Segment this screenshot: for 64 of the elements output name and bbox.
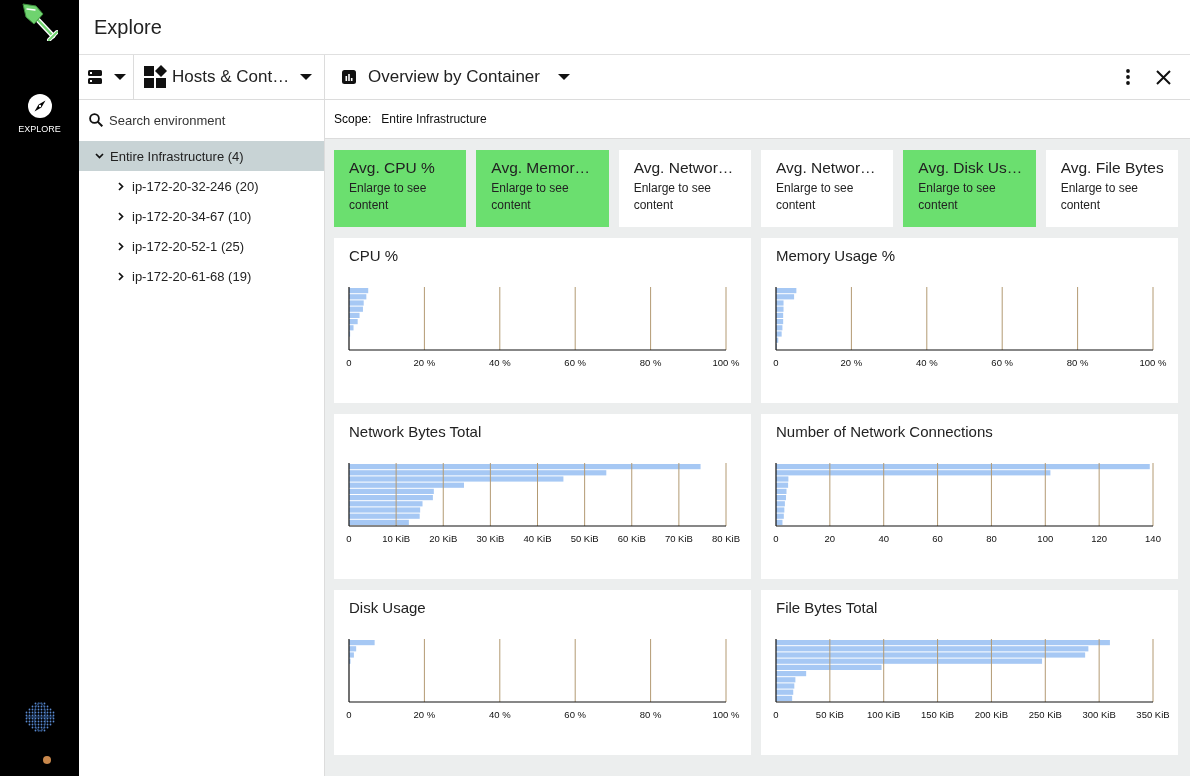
chart-title: CPU %: [349, 246, 399, 266]
card-subtitle: Enlarge to see content: [491, 180, 570, 214]
axis-tick-label: 150 KiB: [920, 709, 955, 720]
chart-title: Disk Usage: [349, 598, 426, 618]
axis-tick-label: 40 %: [488, 357, 511, 368]
axis-tick-label: 80 KiB: [712, 533, 740, 544]
axis-tick-label: 100 %: [1139, 357, 1167, 368]
axis-tick-label: 40: [878, 533, 889, 544]
axis-tick-label: 0: [346, 533, 352, 544]
page-title: Explore: [94, 15, 162, 39]
card-subtitle: Enlarge to see content: [349, 180, 428, 214]
axis-tick-label: 60 KiB: [617, 533, 646, 544]
scope-label: Scope:: [334, 112, 372, 126]
axis-tick-label: 20 %: [840, 357, 863, 368]
card-subtitle: Enlarge to see content: [776, 180, 855, 214]
axis-tick-label: 50 KiB: [570, 533, 599, 544]
axis-tick-label: 350 KiB: [1136, 709, 1170, 720]
card-title: Avg. Memor…: [491, 158, 591, 178]
axis-tick-label: 40 %: [915, 357, 938, 368]
axis-tick-label: 20 %: [413, 357, 436, 368]
card-title: Avg. Disk Us…: [918, 158, 1023, 178]
axis-tick-label: 10 KiB: [382, 533, 411, 544]
axis-tick-label: 50 KiB: [815, 709, 844, 720]
chart-title: Number of Network Connections: [776, 422, 993, 442]
axis-tick-label: 0: [346, 357, 352, 368]
axis-tick-label: 80 %: [639, 709, 662, 720]
axis-tick-label: 40 %: [488, 709, 511, 720]
chart-title: Memory Usage %: [776, 246, 896, 266]
axis-tick-label: 60 %: [564, 357, 587, 368]
axis-tick-label: 0: [773, 357, 779, 368]
card-subtitle: Enlarge to see content: [633, 180, 713, 214]
axis-tick-label: 300 KiB: [1082, 709, 1116, 720]
card-title: Avg. Networ…: [633, 158, 734, 178]
axis-tick-label: 20 KiB: [429, 533, 458, 544]
card-title: Avg. CPU %: [349, 158, 435, 178]
axis-tick-label: 0: [773, 709, 779, 720]
axis-tick-label: 60: [932, 533, 943, 544]
card-subtitle: Enlarge to see content: [918, 180, 997, 214]
axis-tick-label: 60 %: [564, 709, 587, 720]
axis-tick-label: 70 KiB: [664, 533, 693, 544]
axis-tick-label: 0: [773, 533, 779, 544]
axis-tick-label: 100: [1037, 533, 1054, 544]
axis-tick-label: 30 KiB: [476, 533, 505, 544]
axis-tick-label: 100 %: [712, 357, 740, 368]
card-subtitle: Enlarge to see content: [1060, 180, 1140, 214]
axis-tick-label: 80 %: [1066, 357, 1089, 368]
axis-tick-label: 100 KiB: [867, 709, 901, 720]
axis-tick-label: 100 %: [712, 709, 740, 720]
chart-title: File Bytes Total: [776, 598, 878, 618]
axis-tick-label: 80: [986, 533, 997, 544]
axis-tick-label: 250 KiB: [1028, 709, 1062, 720]
axis-tick-label: 120: [1091, 533, 1108, 544]
axis-tick-label: 60 %: [991, 357, 1014, 368]
axis-tick-label: 40 KiB: [523, 533, 552, 544]
card-title: Avg. Networ…: [776, 158, 876, 178]
chart-title: Network Bytes Total: [349, 422, 482, 442]
scope-value: Entire Infrastructure: [381, 112, 487, 126]
axis-tick-label: 140: [1145, 533, 1161, 544]
axis-tick-label: 0: [346, 709, 352, 720]
axis-tick-label: 200 KiB: [974, 709, 1009, 720]
axis-tick-label: 20 %: [413, 709, 436, 720]
axis-tick-label: 80 %: [639, 357, 662, 368]
axis-tick-label: 20: [824, 533, 836, 544]
card-title: Avg. File Bytes: [1060, 158, 1164, 178]
